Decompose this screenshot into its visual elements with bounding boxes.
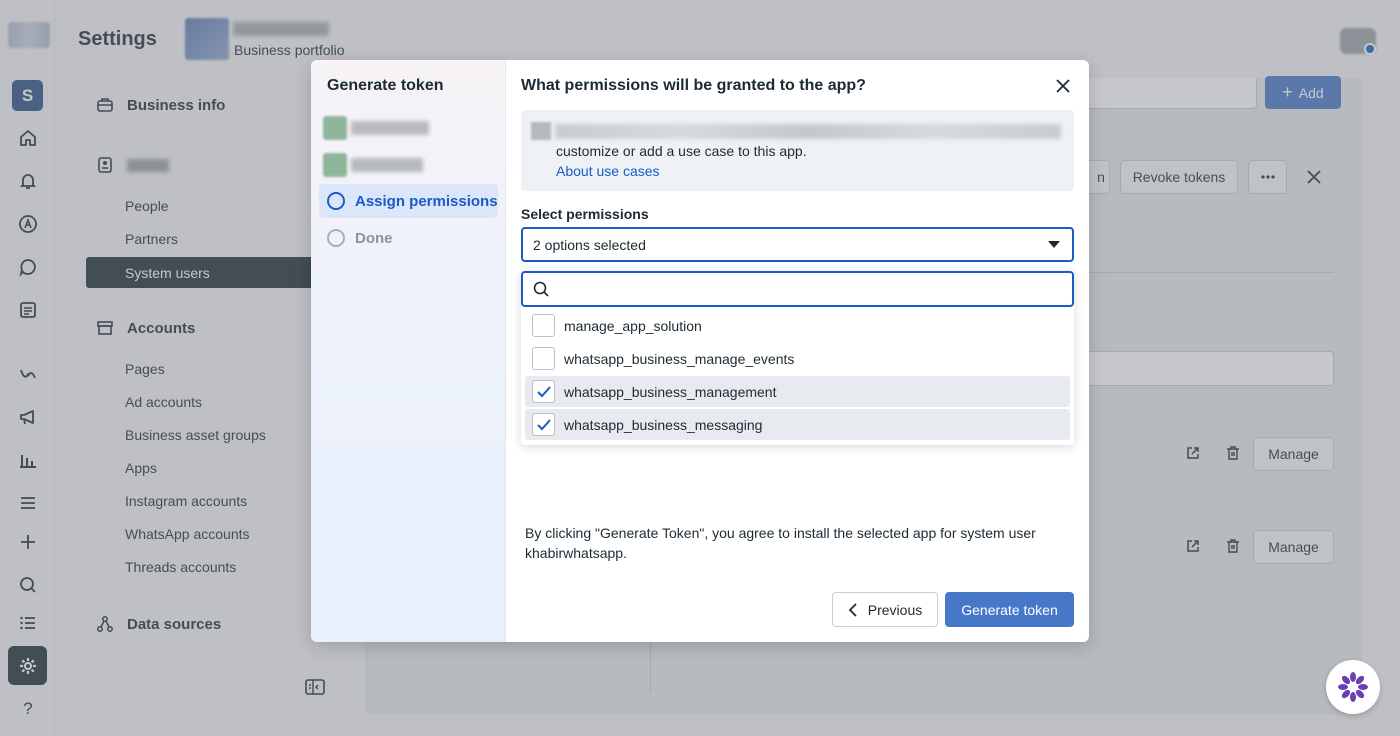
option-whatsapp-business-manage-events[interactable]: whatsapp_business_manage_events xyxy=(525,343,1070,374)
generate-token-button[interactable]: Generate token xyxy=(945,592,1074,627)
info-text-redacted xyxy=(555,124,1061,139)
search-icon xyxy=(532,280,550,303)
dialog-title: What permissions will be granted to the … xyxy=(521,77,866,94)
step-circle-icon xyxy=(327,229,345,247)
option-label: whatsapp_business_messaging xyxy=(564,416,763,433)
option-manage-app-solution[interactable]: manage_app_solution xyxy=(525,310,1070,341)
steps-title: Generate token xyxy=(327,77,444,94)
checkmark-icon xyxy=(536,418,551,430)
generate-token-dialog: Generate token Assign permissions Done W… xyxy=(311,60,1089,642)
option-whatsapp-business-management[interactable]: whatsapp_business_management xyxy=(525,376,1070,407)
info-icon xyxy=(531,122,551,140)
previous-button[interactable]: Previous xyxy=(832,592,938,627)
permissions-dropdown: manage_app_solution whatsapp_business_ma… xyxy=(521,271,1074,445)
step-label: Done xyxy=(355,229,393,247)
permissions-select[interactable]: 2 options selected xyxy=(521,227,1074,262)
checkbox-checked[interactable] xyxy=(532,413,555,436)
permission-search[interactable] xyxy=(521,271,1074,307)
caret-down-icon xyxy=(1048,241,1060,248)
option-label: whatsapp_business_management xyxy=(564,383,777,400)
checkbox[interactable] xyxy=(532,347,555,370)
checkbox-checked[interactable] xyxy=(532,380,555,403)
checkmark-icon xyxy=(536,385,551,397)
steps-panel: Generate token Assign permissions Done xyxy=(311,60,506,642)
step-completed-redacted xyxy=(323,116,429,140)
step-assign-permissions[interactable]: Assign permissions xyxy=(319,184,498,218)
close-button[interactable] xyxy=(1051,74,1075,98)
info-text: customize or add a use case to this app. xyxy=(556,143,807,159)
search-input[interactable] xyxy=(557,277,1062,301)
step-done[interactable]: Done xyxy=(319,221,498,255)
previous-label: Previous xyxy=(867,601,923,618)
agreement-text: By clicking "Generate Token", you agree … xyxy=(525,525,1036,561)
select-permissions-label: Select permissions xyxy=(521,206,649,222)
chevron-left-icon xyxy=(848,602,857,617)
step-completed-redacted xyxy=(323,153,423,177)
option-whatsapp-business-messaging[interactable]: whatsapp_business_messaging xyxy=(525,409,1070,440)
close-icon xyxy=(1056,79,1070,93)
option-label: whatsapp_business_manage_events xyxy=(564,350,795,367)
dialog-content: What permissions will be granted to the … xyxy=(506,60,1089,642)
select-value: 2 options selected xyxy=(533,236,646,253)
step-label: Assign permissions xyxy=(355,192,498,210)
step-circle-icon xyxy=(327,192,345,210)
checkbox[interactable] xyxy=(532,314,555,337)
use-case-info-box: customize or add a use case to this app.… xyxy=(521,110,1074,191)
about-use-cases-link[interactable]: About use cases xyxy=(556,163,660,179)
option-label: manage_app_solution xyxy=(564,317,702,334)
assistant-button[interactable] xyxy=(1326,660,1380,714)
assistant-flower-icon xyxy=(1338,672,1368,702)
